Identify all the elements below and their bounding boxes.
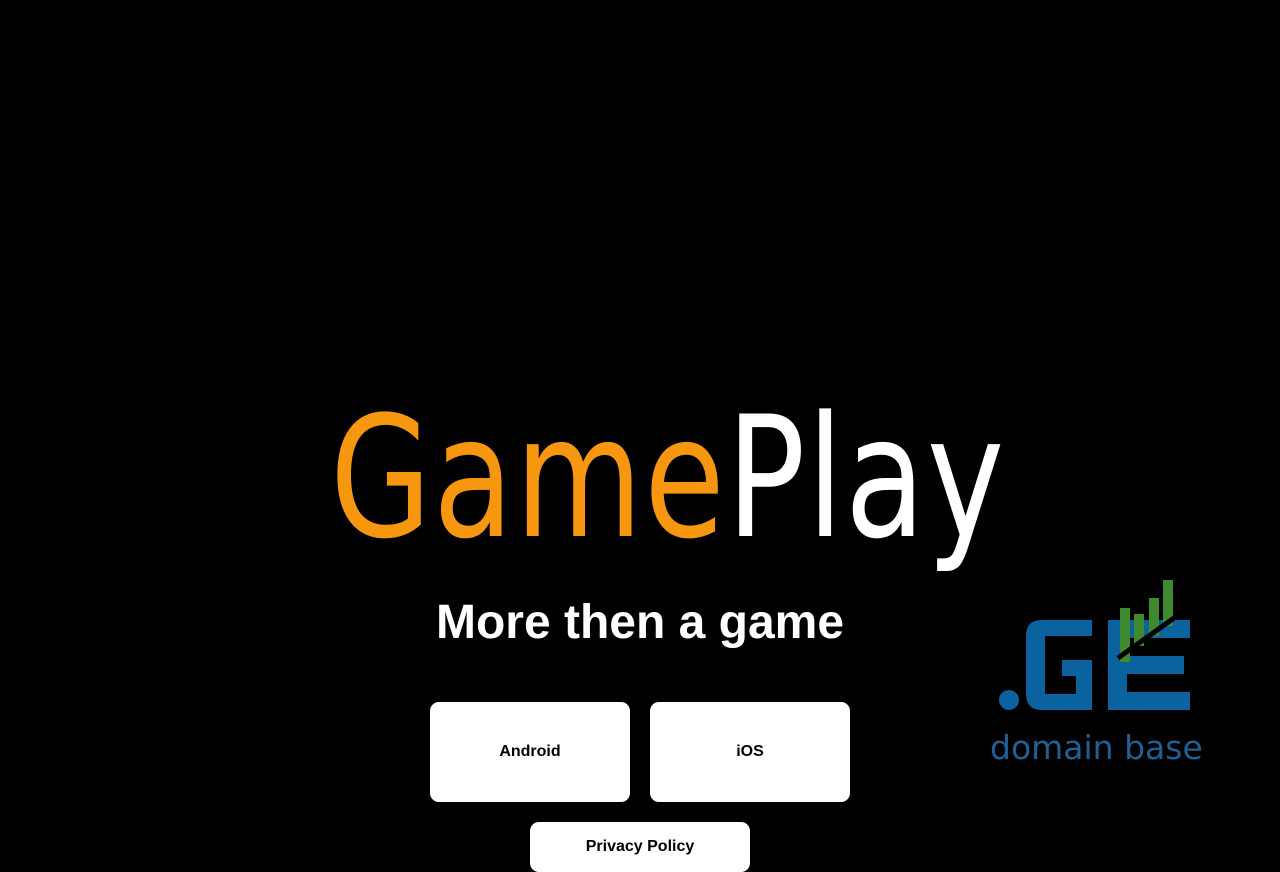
logo-game-text: Game	[330, 380, 727, 576]
ios-button[interactable]: iOS	[650, 702, 850, 802]
badge-subtitle: domain base	[990, 728, 1203, 767]
ge-letter-g	[1026, 620, 1092, 710]
ge-domain-badge[interactable]: domain base	[990, 578, 1203, 772]
ge-logo-icon	[999, 580, 1190, 710]
privacy-policy-button[interactable]: Privacy Policy	[530, 822, 750, 872]
logo-wordmark: GamePlay	[330, 388, 1006, 568]
android-button[interactable]: Android	[430, 702, 630, 802]
ge-dot	[999, 690, 1019, 710]
landing-page: GamePlay More then a game Android iOS Pr…	[0, 0, 1280, 872]
logo-play-text: Play	[726, 380, 1006, 576]
gameplay-logo: GamePlay	[330, 388, 1004, 568]
